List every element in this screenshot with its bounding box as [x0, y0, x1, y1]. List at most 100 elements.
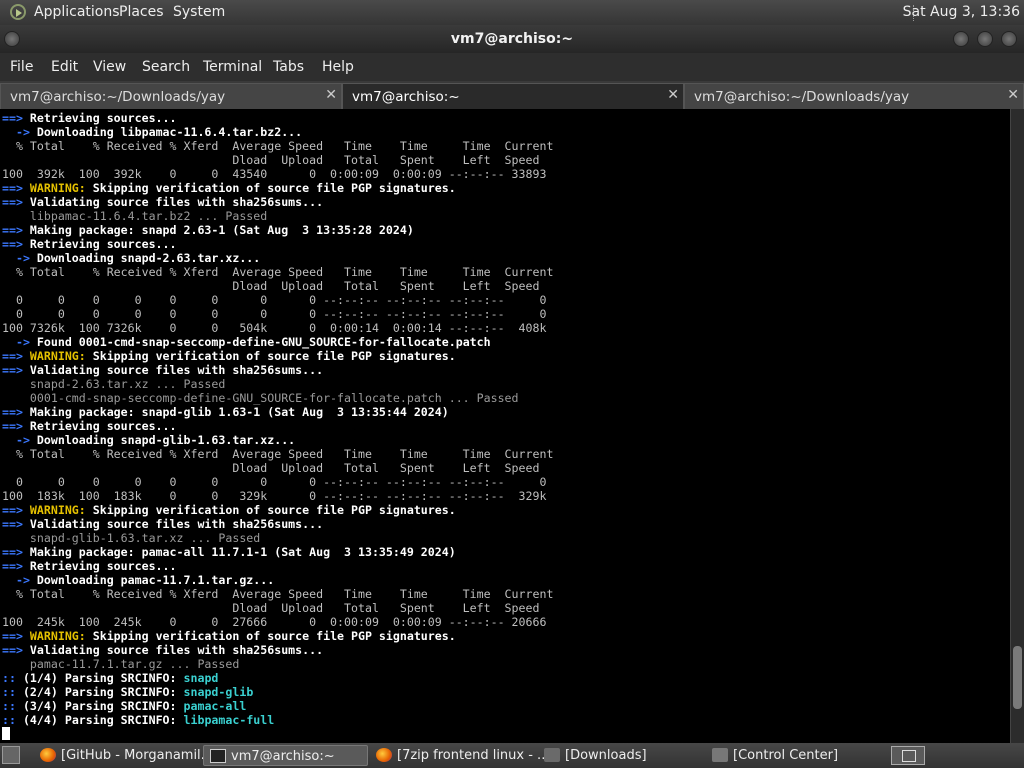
terminal-text: Downloading snapd-glib-1.63.tar.xz...: [36, 433, 296, 447]
terminal-icon: [210, 749, 226, 763]
terminal-text: Dload Upload Total Spent Left Speed: [2, 279, 540, 293]
terminal-text: Making package: snapd-glib 1.63-1 (Sat A…: [29, 405, 449, 419]
terminal-text: ==>: [2, 517, 30, 531]
tab-close-icon[interactable]: ✕: [1007, 87, 1019, 103]
terminal-text: ::: [2, 713, 23, 727]
task-terminal[interactable]: vm7@archiso:~: [203, 745, 368, 766]
terminal-text: Validating source files with sha256sums.…: [29, 363, 324, 377]
task-label: [Control Center]: [733, 748, 839, 763]
terminal-line: ==> Validating source files with sha256s…: [2, 363, 1010, 377]
terminal-line: 0 0 0 0 0 0 0 0 --:--:-- --:--:-- --:--:…: [2, 307, 1010, 321]
workspace-switcher[interactable]: [891, 746, 925, 765]
maximize-icon[interactable]: [977, 31, 993, 47]
terminal-line: -> Downloading snapd-glib-1.63.tar.xz...: [2, 433, 1010, 447]
terminal-line: :: (3/4) Parsing SRCINFO: pamac-all: [2, 699, 1010, 713]
terminal-line: ==> WARNING: Skipping verification of so…: [2, 181, 1010, 195]
tab-close-icon[interactable]: ✕: [667, 87, 679, 103]
menu-view[interactable]: View: [93, 59, 126, 75]
menu-terminal[interactable]: Terminal: [203, 59, 262, 75]
distro-logo-icon[interactable]: [10, 4, 26, 20]
system-menu[interactable]: System: [173, 4, 225, 20]
terminal-text: ->: [2, 433, 37, 447]
task-github-firefox[interactable]: [GitHub - Morganamil...: [34, 745, 213, 766]
terminal-scrollbar[interactable]: [1010, 109, 1024, 743]
terminal-text: Downloading pamac-11.7.1.tar.gz...: [36, 573, 275, 587]
terminal-line: ==> Retrieving sources...: [2, 111, 1010, 125]
task-control-center[interactable]: [Control Center]: [706, 745, 872, 766]
terminal-text: Making package: snapd 2.63-1 (Sat Aug 3 …: [29, 223, 414, 237]
terminal-text: libpamac-full: [183, 713, 275, 727]
terminal-line: :: (4/4) Parsing SRCINFO: libpamac-full: [2, 713, 1010, 727]
terminal-cursor: [2, 727, 10, 740]
firefox-icon: [40, 748, 56, 762]
terminal-text: Downloading snapd-2.63.tar.xz...: [36, 251, 261, 265]
show-desktop-icon[interactable]: [2, 746, 20, 764]
tab-label: vm7@archiso:~/Downloads/yay: [694, 89, 910, 105]
terminal-text: pamac-all: [183, 699, 247, 713]
terminal-text: snapd-glib: [183, 685, 254, 699]
terminal-line: -> Downloading libpamac-11.6.4.tar.bz2..…: [2, 125, 1010, 139]
terminal-line: Dload Upload Total Spent Left Speed: [2, 153, 1010, 167]
terminal-text: % Total % Received % Xferd Average Speed…: [2, 587, 554, 601]
terminal-text: ==>: [2, 195, 30, 209]
terminal-text: WARNING:: [29, 629, 86, 643]
terminal-line: :: (1/4) Parsing SRCINFO: snapd: [2, 671, 1010, 685]
terminal-text: Found 0001-cmd-snap-seccomp-define-GNU_S…: [36, 335, 491, 349]
terminal-line: ==> Retrieving sources...: [2, 419, 1010, 433]
close-icon[interactable]: [1001, 31, 1017, 47]
menu-help[interactable]: Help: [322, 59, 354, 75]
terminal-text: ==>: [2, 349, 30, 363]
menu-file[interactable]: File: [10, 59, 33, 75]
menu-search[interactable]: Search: [142, 59, 190, 75]
terminal-text: ==>: [2, 363, 30, 377]
terminal-text: Validating source files with sha256sums.…: [29, 643, 324, 657]
tab-home[interactable]: vm7@archiso:~ ✕: [342, 83, 684, 109]
terminal-text: 0001-cmd-snap-seccomp-define-GNU_SOURCE-…: [2, 391, 519, 405]
terminal-line: Dload Upload Total Spent Left Speed: [2, 601, 1010, 615]
terminal-text: ==>: [2, 405, 30, 419]
terminal-text: Skipping verification of source file PGP…: [85, 349, 456, 363]
terminal-line: pamac-11.7.1.tar.gz ... Passed: [2, 657, 1010, 671]
terminal-text: ::: [2, 699, 23, 713]
terminal-lines: ==> Retrieving sources... -> Downloading…: [0, 109, 1010, 727]
terminal-line: Dload Upload Total Spent Left Speed: [2, 279, 1010, 293]
scrollbar-thumb[interactable]: [1013, 646, 1022, 709]
terminal-line: snapd-2.63.tar.xz ... Passed: [2, 377, 1010, 391]
terminal-line: % Total % Received % Xferd Average Speed…: [2, 447, 1010, 461]
window-titlebar[interactable]: vm7@archiso:~: [0, 25, 1024, 53]
terminal-text: Validating source files with sha256sums.…: [29, 517, 324, 531]
menu-tabs[interactable]: Tabs: [273, 59, 304, 75]
terminal-text: libpamac-11.6.4.tar.bz2 ... Passed: [2, 209, 268, 223]
terminal-text: Dload Upload Total Spent Left Speed: [2, 153, 540, 167]
tab-downloads-yay-2[interactable]: vm7@archiso:~/Downloads/yay ✕: [684, 83, 1024, 109]
task-label: [7zip frontend linux - ...: [397, 748, 550, 763]
terminal-text: Retrieving sources...: [29, 111, 177, 125]
applications-menu[interactable]: Applications: [34, 4, 120, 20]
terminal-text: ->: [2, 573, 37, 587]
terminal-output[interactable]: ==> Retrieving sources... -> Downloading…: [0, 109, 1010, 743]
terminal-text: (2/4) Parsing SRCINFO:: [22, 685, 184, 699]
window-title: vm7@archiso:~: [450, 31, 574, 47]
task-downloads-folder[interactable]: [Downloads]: [538, 745, 704, 766]
terminal-text: Dload Upload Total Spent Left Speed: [2, 601, 540, 615]
clock[interactable]: Sat Aug 3, 13:36: [903, 4, 1020, 20]
tab-downloads-yay-1[interactable]: vm7@archiso:~/Downloads/yay ✕: [0, 83, 342, 109]
places-menu[interactable]: Places: [119, 4, 164, 20]
terminal-text: Validating source files with sha256sums.…: [29, 195, 324, 209]
terminal-line: ==> WARNING: Skipping verification of so…: [2, 629, 1010, 643]
terminal-line: % Total % Received % Xferd Average Speed…: [2, 139, 1010, 153]
tab-bar: vm7@archiso:~/Downloads/yay ✕ vm7@archis…: [0, 81, 1024, 109]
minimize-icon[interactable]: [953, 31, 969, 47]
folder-icon: [544, 748, 560, 762]
tab-close-icon[interactable]: ✕: [325, 87, 337, 103]
terminal-text: 0 0 0 0 0 0 0 0 --:--:-- --:--:-- --:--:…: [2, 293, 547, 307]
menu-edit[interactable]: Edit: [51, 59, 78, 75]
terminal-text: Dload Upload Total Spent Left Speed: [2, 461, 540, 475]
terminal-line: ==> Making package: snapd-glib 1.63-1 (S…: [2, 405, 1010, 419]
firefox-icon: [376, 748, 392, 762]
terminal-line: snapd-glib-1.63.tar.xz ... Passed: [2, 531, 1010, 545]
terminal-line: 0001-cmd-snap-seccomp-define-GNU_SOURCE-…: [2, 391, 1010, 405]
terminal-line: -> Found 0001-cmd-snap-seccomp-define-GN…: [2, 335, 1010, 349]
task-7zip-firefox[interactable]: [7zip frontend linux - ...: [370, 745, 549, 766]
terminal-text: ==>: [2, 559, 30, 573]
